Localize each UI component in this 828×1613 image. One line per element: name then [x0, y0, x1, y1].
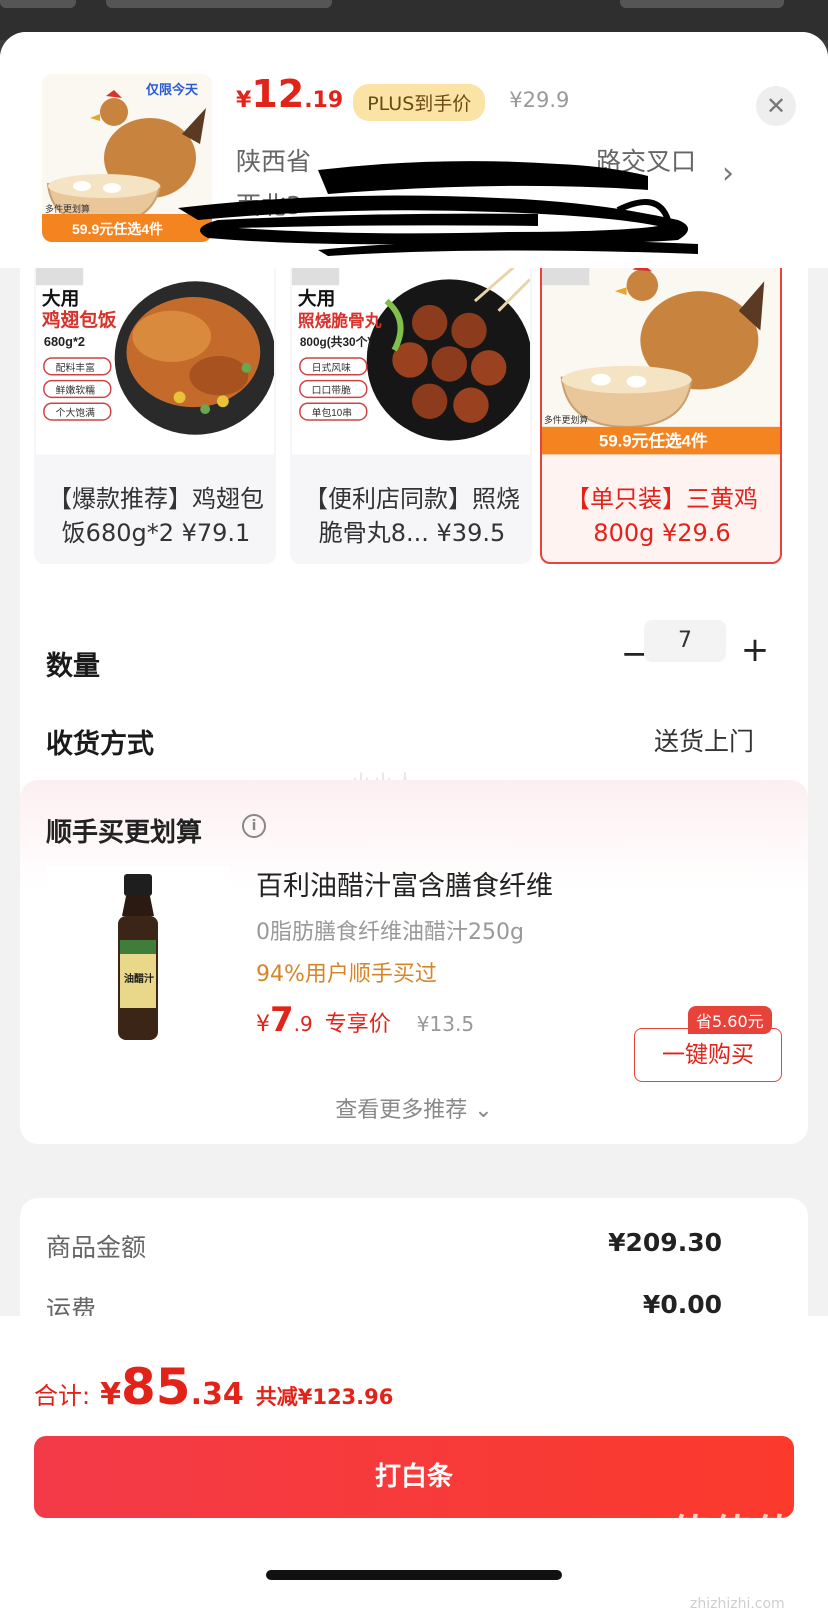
svg-text:大用: 大用: [298, 288, 335, 309]
svg-text:配料丰富: 配料丰富: [56, 361, 95, 374]
site-logo: 值值值: [670, 1512, 796, 1558]
svg-text:个大饱满: 个大饱满: [56, 406, 95, 419]
chevron-right-icon[interactable]: ›: [722, 156, 734, 191]
total-savings: 共减¥123.96: [255, 1385, 394, 1409]
quantity-label: 数量: [46, 651, 100, 682]
svg-text:鲜嫩软糯: 鲜嫩软糯: [56, 383, 95, 396]
price-row: ¥ 12 .19 PLUS到手价 ¥29.9: [236, 72, 569, 132]
savings-badge: 省5.60元: [688, 1006, 772, 1034]
bottle-label: 油醋汁: [124, 972, 154, 985]
svg-text:单包10串: 单包10串: [312, 406, 352, 419]
goods-amount-label: 商品金额: [46, 1233, 147, 1262]
recommended-product-image[interactable]: 油醋汁: [46, 866, 230, 1050]
recommendation-card: 顺手买更划算 i 油醋汁 百利油醋汁富含膳食纤维 0脂肪膳食纤维油醋汁250g …: [20, 780, 808, 1144]
promo-sub-label: 多件更划算: [45, 203, 90, 214]
currency-symbol: ¥: [100, 1377, 121, 1412]
exclusive-price-label: 专享价: [324, 1012, 391, 1037]
variant-option[interactable]: 大用 照烧脆骨丸 800g(共30个) 日式风味 口口带脆 单包10串 【便利店…: [290, 258, 532, 564]
svg-text:照烧脆骨丸: 照烧脆骨丸: [298, 311, 382, 331]
redaction-scribble: [178, 161, 698, 256]
svg-text:800g(共30个): 800g(共30个): [300, 335, 372, 349]
close-button[interactable]: ✕: [756, 86, 796, 126]
background-tab: [0, 0, 76, 8]
original-price: ¥29.9: [509, 88, 570, 112]
home-indicator[interactable]: [266, 1570, 562, 1580]
svg-text:多件更划算: 多件更划算: [544, 414, 588, 425]
selection-card: 大用 鸡翅包饭 680g*2 配料丰富 鲜嫩软糯 个大饱满 【爆款推荐】鸡翅包饭…: [20, 258, 808, 810]
variant-image: 大用 鸡翅包饭 680g*2 配料丰富 鲜嫩软糯 个大饱满: [36, 261, 274, 455]
variant-option[interactable]: 大用 鸡翅包饭 680g*2 配料丰富 鲜嫩软糯 个大饱满 【爆款推荐】鸡翅包饭…: [34, 258, 276, 564]
currency-symbol: ¥: [256, 1012, 270, 1037]
svg-text:680g*2: 680g*2: [44, 334, 85, 349]
variant-label: 【便利店同款】照烧脆骨丸8... ¥39.5: [304, 485, 520, 547]
sheet-header: 仅限今天 多件更划算 59.9元任选4件 ¥ 12 .19 PLUS到手价 ¥2…: [0, 32, 828, 268]
variant-option-selected[interactable]: 多件更划算 59.9元任选4件 【单只装】三黄鸡800g ¥29.6: [540, 258, 782, 564]
svg-text:59.9元任选4件: 59.9元任选4件: [599, 431, 708, 451]
variant-label: 【单只装】三黄鸡800g ¥29.6: [566, 485, 758, 547]
svg-text:日式风味: 日式风味: [312, 361, 351, 374]
recommended-price: ¥ 7 .9 专享价 ¥13.5: [256, 1000, 474, 1040]
plus-price-badge: PLUS到手价: [353, 83, 486, 121]
price-integer: 7: [270, 1000, 294, 1040]
svg-text:口口带脆: 口口带脆: [312, 383, 351, 396]
shipping-method-label: 收货方式: [46, 729, 154, 760]
total-decimal: .34: [190, 1377, 244, 1412]
background-tab: [620, 0, 784, 8]
site-url: zhizhizhi.com: [690, 1596, 785, 1612]
original-price: ¥13.5: [416, 1012, 475, 1036]
promo-label: 59.9元任选4件: [72, 221, 163, 237]
increase-quantity-button[interactable]: +: [740, 630, 770, 670]
shipping-method-value[interactable]: 送货上门: [654, 722, 754, 758]
today-only-label: 仅限今天: [145, 82, 199, 97]
price-decimal: .9: [293, 1012, 313, 1036]
info-icon[interactable]: i: [242, 814, 266, 838]
total-row: 合计: ¥ 85 .34 共减¥123.96: [34, 1358, 393, 1416]
svg-text:鸡翅包饭: 鸡翅包饭: [41, 310, 117, 331]
variant-image: 多件更划算 59.9元任选4件: [542, 261, 780, 455]
goods-amount-value: ¥209.30: [608, 1228, 722, 1257]
quantity-input[interactable]: 7: [644, 620, 726, 662]
total-label: 合计:: [34, 1382, 91, 1410]
checkout-bar: 合计: ¥ 85 .34 共减¥123.96 打白条 值值值 zhizhizhi…: [0, 1316, 828, 1613]
repurchase-rate: 94%用户顺手买过: [256, 962, 437, 987]
one-click-buy-button[interactable]: 一键购买: [634, 1028, 782, 1082]
background-tab: [106, 0, 332, 8]
recommended-product-name[interactable]: 百利油醋汁富含膳食纤维: [256, 864, 553, 903]
currency-symbol: ¥: [236, 88, 252, 113]
price-integer: 12: [251, 72, 305, 116]
variant-label: 【爆款推荐】鸡翅包饭680g*2 ¥79.1: [48, 485, 264, 547]
variant-image: 大用 照烧脆骨丸 800g(共30个) 日式风味 口口带脆 单包10串: [292, 260, 530, 455]
recommendation-title: 顺手买更划算: [46, 818, 203, 848]
product-option-sheet: 仅限今天 多件更划算 59.9元任选4件 ¥ 12 .19 PLUS到手价 ¥2…: [0, 32, 828, 1613]
price-decimal: .19: [304, 88, 344, 113]
recommended-product-spec: 0脂肪膳食纤维油醋汁250g: [256, 920, 524, 945]
shipping-fee-value: ¥0.00: [642, 1290, 722, 1319]
total-integer: 85: [120, 1358, 191, 1416]
close-icon: ✕: [765, 92, 787, 120]
svg-text:大用: 大用: [42, 288, 79, 309]
more-recommendations-link[interactable]: 查看更多推荐 ⌄: [20, 1092, 808, 1124]
